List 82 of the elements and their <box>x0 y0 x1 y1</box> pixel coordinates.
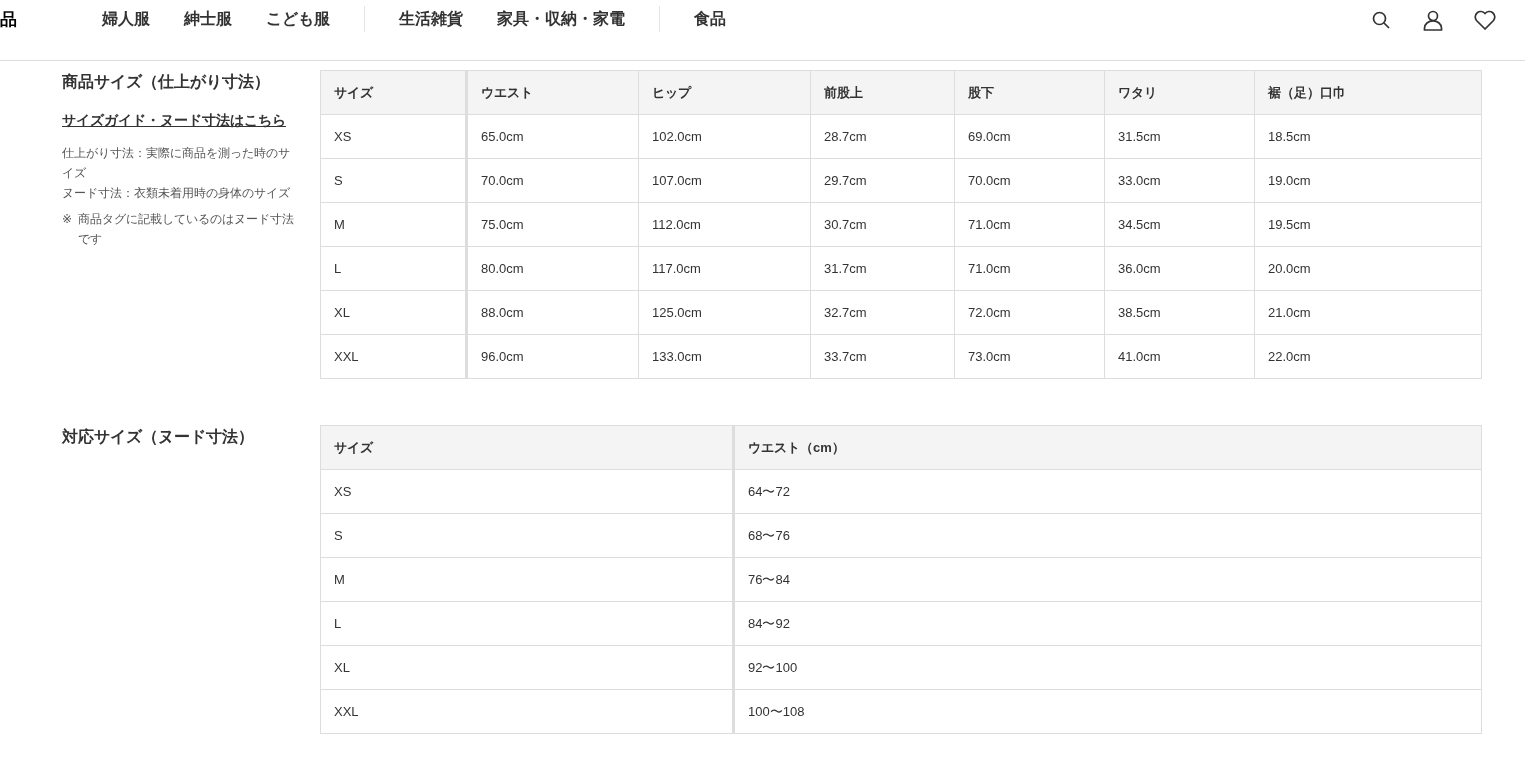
table-cell: M <box>320 202 467 247</box>
table-cell: 75.0cm <box>466 202 639 247</box>
nav-link[interactable]: 紳士服 <box>184 8 232 30</box>
table-cell: S <box>320 158 467 203</box>
note-mark: ※ <box>62 211 74 228</box>
table-cell: 38.5cm <box>1104 290 1255 335</box>
table-cell: 100〜108 <box>733 689 1482 734</box>
column-header: 前股上 <box>810 70 955 115</box>
nav-link[interactable]: 食品 <box>694 8 726 30</box>
table-cell: 70.0cm <box>954 158 1105 203</box>
section-title: 商品サイズ（仕上がり寸法） <box>62 72 271 92</box>
nav-link[interactable]: こども服 <box>266 8 330 30</box>
table-cell: 76〜84 <box>733 557 1482 602</box>
table-cell: 33.7cm <box>810 334 955 379</box>
search-icon <box>1372 11 1390 29</box>
table-cell: 34.5cm <box>1104 202 1255 247</box>
user-icon <box>1423 9 1443 31</box>
table-cell: 112.0cm <box>638 202 811 247</box>
table-cell: XXL <box>320 689 734 734</box>
table-cell: 29.7cm <box>810 158 955 203</box>
table-cell: 88.0cm <box>466 290 639 335</box>
table-cell: 30.7cm <box>810 202 955 247</box>
table-cell: 96.0cm <box>466 334 639 379</box>
nav-link[interactable]: 生活雑貨 <box>399 8 463 30</box>
table-cell: 65.0cm <box>466 114 639 159</box>
table-cell: XXL <box>320 334 467 379</box>
table-cell: 70.0cm <box>466 158 639 203</box>
nav-link[interactable]: 家具・収納・家電 <box>497 8 625 30</box>
table-cell: 31.7cm <box>810 246 955 291</box>
table-cell: 33.0cm <box>1104 158 1255 203</box>
note-text: ヌード寸法：衣類未着用時の身体のサイズ <box>62 185 291 202</box>
table-cell: 117.0cm <box>638 246 811 291</box>
nav-link[interactable]: 婦人服 <box>102 8 150 30</box>
table-cell: 36.0cm <box>1104 246 1255 291</box>
column-header: 裾（足）口巾 <box>1254 70 1482 115</box>
table-cell: 64〜72 <box>733 469 1482 514</box>
table-cell: 41.0cm <box>1104 334 1255 379</box>
table-cell: XL <box>320 645 734 690</box>
table-cell: 92〜100 <box>733 645 1482 690</box>
table-cell: 71.0cm <box>954 202 1105 247</box>
table-cell: 68〜76 <box>733 513 1482 558</box>
note-text: 商品タグに記載しているのはヌード寸法です <box>78 211 294 248</box>
table-cell: XL <box>320 290 467 335</box>
table-cell: 125.0cm <box>638 290 811 335</box>
table-cell: 102.0cm <box>638 114 811 159</box>
table-cell: 73.0cm <box>954 334 1105 379</box>
table-cell: 22.0cm <box>1254 334 1482 379</box>
table-cell: XS <box>320 469 734 514</box>
table-cell: 19.5cm <box>1254 202 1482 247</box>
note-text: 仕上がり寸法：実際に商品を測った時のサイズ <box>62 145 291 182</box>
table-cell: L <box>320 246 467 291</box>
table-cell: 72.0cm <box>954 290 1105 335</box>
size-guide-link[interactable]: サイズガイド・ヌード寸法はこちら <box>62 107 292 133</box>
column-header: ウエスト <box>466 70 639 115</box>
table-cell: XS <box>320 114 467 159</box>
table-cell: 69.0cm <box>954 114 1105 159</box>
section-title: 対応サイズ（ヌード寸法） <box>62 427 255 447</box>
table-cell: 21.0cm <box>1254 290 1482 335</box>
logo-text[interactable]: 品 <box>0 8 102 31</box>
table-cell: M <box>320 557 734 602</box>
table-cell: 80.0cm <box>466 246 639 291</box>
table-cell: 107.0cm <box>638 158 811 203</box>
table-cell: 32.7cm <box>810 290 955 335</box>
heart-icon <box>1474 10 1496 30</box>
column-header: ヒップ <box>638 70 811 115</box>
table-cell: 19.0cm <box>1254 158 1482 203</box>
column-header: ウエスト（cm） <box>733 425 1482 470</box>
table-cell: L <box>320 601 734 646</box>
account-button[interactable] <box>1421 8 1445 32</box>
table-cell: 28.7cm <box>810 114 955 159</box>
table-cell: 84〜92 <box>733 601 1482 646</box>
table-cell: 133.0cm <box>638 334 811 379</box>
favorites-button[interactable] <box>1473 8 1497 32</box>
table-cell: 18.5cm <box>1254 114 1482 159</box>
table-cell: 71.0cm <box>954 246 1105 291</box>
column-header: ワタリ <box>1104 70 1255 115</box>
column-header: サイズ <box>320 70 467 115</box>
table-cell: S <box>320 513 734 558</box>
column-header: 股下 <box>954 70 1105 115</box>
table-cell: 31.5cm <box>1104 114 1255 159</box>
column-header: サイズ <box>320 425 734 470</box>
table-cell: 20.0cm <box>1254 246 1482 291</box>
